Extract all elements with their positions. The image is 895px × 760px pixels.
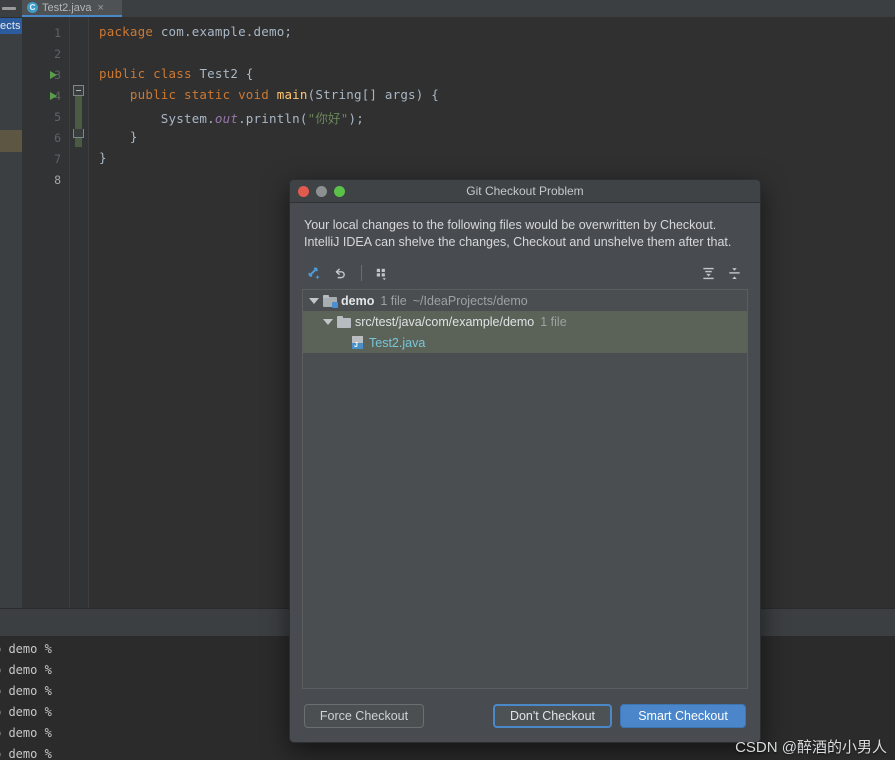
shelve-silently-icon[interactable] — [302, 262, 326, 284]
expand-all-icon[interactable] — [696, 262, 720, 284]
dialog-title-bar[interactable]: Git Checkout Problem — [290, 180, 760, 203]
code-line: package com.example.demo; — [99, 24, 292, 39]
smart-checkout-button[interactable]: Smart Checkout — [620, 704, 746, 728]
code-token: .println( — [238, 111, 308, 126]
zoom-button[interactable] — [334, 186, 345, 197]
tool-window-stripe-left — [0, 34, 22, 608]
dialog-footer: Force Checkout Don't Checkout Smart Chec… — [290, 696, 760, 742]
code-line: System.out.println("你好"); — [99, 108, 364, 127]
tab-test2-java[interactable]: C Test2.java × — [22, 0, 122, 17]
terminal-line: o demo % — [0, 726, 52, 740]
tool-window-stripe-top — [0, 0, 22, 17]
code-line: public static void main(String[] args) { — [99, 87, 439, 102]
watermark: CSDN @醉酒的小男人 — [735, 739, 887, 756]
dialog-message: Your local changes to the following file… — [290, 203, 760, 259]
editor-fold-column[interactable] — [70, 17, 89, 608]
tree-node-file-count: 1 file — [540, 314, 567, 329]
tree-row[interactable]: demo 1 file ~/IdeaProjects/demo — [303, 290, 747, 311]
code-token: } — [99, 150, 107, 165]
tree-node-file-count: 1 file — [380, 293, 407, 308]
tree-node-name: Test2.java — [369, 335, 426, 350]
code-token: (String[] args) { — [307, 87, 439, 102]
menu-dash-icon — [2, 7, 16, 10]
editor-tab-bar — [0, 0, 895, 17]
code-token: public — [99, 87, 184, 102]
revert-icon[interactable] — [328, 262, 352, 284]
run-gutter-icon[interactable] — [50, 92, 57, 100]
line-number: 6 — [54, 131, 61, 145]
tab-label: Test2.java — [42, 1, 92, 14]
fold-collapse-icon[interactable] — [73, 85, 84, 96]
code-token: main — [276, 87, 308, 102]
java-file-icon: J — [351, 336, 364, 349]
fold-end-icon[interactable] — [73, 129, 84, 138]
line-number: 5 — [54, 110, 61, 124]
screen: ects C Test2.java × 12345678 package com… — [0, 0, 895, 760]
git-checkout-problem-dialog: Git Checkout Problem Your local changes … — [289, 179, 761, 743]
code-token: public — [99, 66, 154, 81]
sidebar-item-projects-label: ects — [0, 20, 21, 32]
code-token: } — [99, 129, 138, 144]
fold-region-bar — [75, 95, 82, 147]
tree-row[interactable]: src/test/java/com/example/demo 1 file — [303, 311, 747, 332]
code-token: ); — [348, 111, 364, 126]
editor-gutter[interactable]: 12345678 — [22, 17, 70, 608]
tree-node-name: src/test/java/com/example/demo — [355, 314, 535, 329]
code-token: class — [153, 66, 200, 81]
code-token: static — [183, 87, 239, 102]
terminal-line: o demo % — [0, 705, 52, 719]
changes-toolbar — [302, 259, 748, 287]
dont-checkout-button[interactable]: Don't Checkout — [493, 704, 612, 728]
close-icon[interactable]: × — [98, 2, 104, 14]
code-line: public class Test2 { — [99, 66, 254, 81]
tree-node-path: ~/IdeaProjects/demo — [412, 293, 528, 308]
code-token: void — [238, 87, 277, 102]
code-token: Test2 { — [199, 66, 254, 81]
code-token: "你好" — [307, 111, 349, 126]
chevron-down-icon[interactable] — [323, 318, 333, 325]
module-badge-icon — [332, 301, 338, 308]
sidebar-item-projects[interactable]: ects — [0, 18, 22, 34]
line-number: 2 — [54, 47, 61, 61]
collapse-all-icon[interactable] — [722, 262, 746, 284]
tree-row[interactable]: J Test2.java — [303, 332, 747, 353]
code-line: } — [99, 129, 138, 144]
terminal-line: o demo % — [0, 747, 52, 760]
code-line: } — [99, 150, 107, 165]
chevron-down-icon[interactable] — [309, 297, 319, 304]
line-number: 7 — [54, 152, 61, 166]
window-controls — [298, 186, 345, 197]
line-number: 1 — [54, 26, 61, 40]
dialog-message-line-1: Your local changes to the following file… — [304, 218, 717, 232]
tree-controls — [696, 262, 748, 284]
dialog-message-line-2: IntelliJ IDEA can shelve the changes, Ch… — [304, 235, 732, 249]
java-class-icon: C — [27, 2, 38, 13]
toolbar-separator — [361, 265, 362, 281]
terminal-line: o demo % — [0, 642, 52, 656]
code-token: System. — [99, 111, 215, 126]
folder-icon — [337, 315, 351, 328]
run-gutter-icon[interactable] — [50, 71, 57, 79]
module-folder-icon — [323, 294, 338, 308]
code-token: package — [99, 24, 161, 39]
group-by-icon[interactable] — [369, 262, 393, 284]
force-checkout-button[interactable]: Force Checkout — [304, 704, 424, 728]
tree-node-name: demo — [341, 293, 375, 308]
stripe-highlight — [0, 130, 22, 152]
line-number: 8 — [54, 173, 61, 187]
code-token: out — [214, 111, 239, 126]
close-button[interactable] — [298, 186, 309, 197]
terminal-line: o demo % — [0, 684, 52, 698]
terminal-line: o demo % — [0, 663, 52, 677]
dialog-title: Git Checkout Problem — [466, 184, 584, 198]
code-token: com.example.demo; — [160, 24, 293, 39]
changed-files-tree[interactable]: demo 1 file ~/IdeaProjects/demo src/test/ja… — [302, 289, 748, 689]
minimize-button[interactable] — [316, 186, 327, 197]
